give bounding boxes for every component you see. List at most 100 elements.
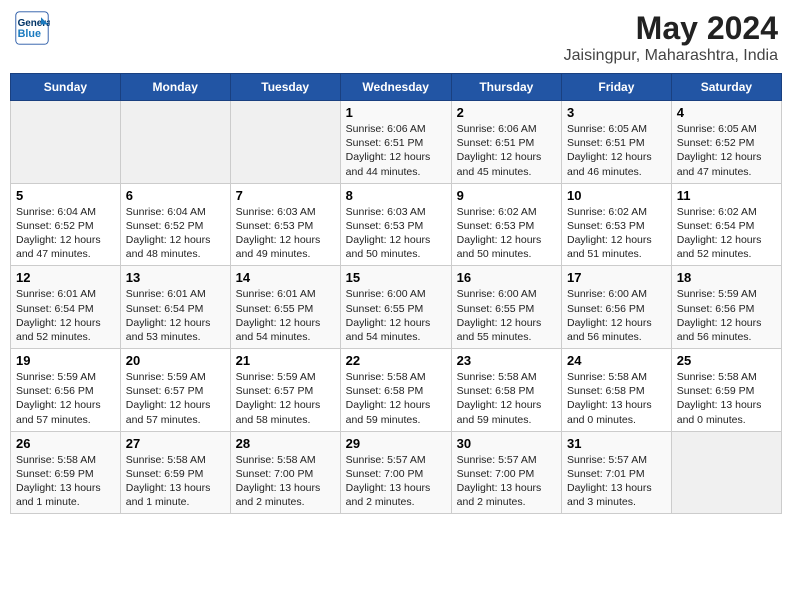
calendar-day-cell: 22 Sunrise: 5:58 AMSunset: 6:58 PMDayligh… [340,349,451,432]
calendar-day-cell: 2 Sunrise: 6:06 AMSunset: 6:51 PMDaylight… [451,101,561,184]
calendar-day-cell: 28 Sunrise: 5:58 AMSunset: 7:00 PMDayligh… [230,431,340,514]
day-number: 26 [16,436,115,451]
day-number: 30 [457,436,556,451]
day-number: 22 [346,353,446,368]
calendar-week-2: 5 Sunrise: 6:04 AMSunset: 6:52 PMDaylight… [11,183,782,266]
logo: General Blue [14,10,50,46]
calendar-day-cell: 17 Sunrise: 6:00 AMSunset: 6:56 PMDayligh… [562,266,672,349]
day-info: Sunrise: 5:58 AMSunset: 6:59 PMDaylight:… [16,453,115,510]
calendar-subtitle: Jaisingpur, Maharashtra, India [564,47,778,65]
calendar-day-cell: 11 Sunrise: 6:02 AMSunset: 6:54 PMDayligh… [671,183,781,266]
day-info: Sunrise: 5:58 AMSunset: 7:00 PMDaylight:… [236,453,335,510]
day-number: 7 [236,188,335,203]
day-info: Sunrise: 6:06 AMSunset: 6:51 PMDaylight:… [457,122,556,179]
day-number: 21 [236,353,335,368]
day-number: 29 [346,436,446,451]
day-info: Sunrise: 5:59 AMSunset: 6:57 PMDaylight:… [236,370,335,427]
day-info: Sunrise: 6:02 AMSunset: 6:53 PMDaylight:… [457,205,556,262]
day-number: 12 [16,270,115,285]
calendar-day-cell: 8 Sunrise: 6:03 AMSunset: 6:53 PMDaylight… [340,183,451,266]
day-number: 8 [346,188,446,203]
svg-text:Blue: Blue [18,28,41,40]
calendar-day-cell: 16Sunrise: 6:00 AMSunset: 6:55 PMDayligh… [451,266,561,349]
calendar-day-cell: 12 Sunrise: 6:01 AMSunset: 6:54 PMDayligh… [11,266,121,349]
day-info: Sunrise: 5:59 AMSunset: 6:57 PMDaylight:… [126,370,225,427]
calendar-day-cell: 6 Sunrise: 6:04 AMSunset: 6:52 PMDaylight… [120,183,230,266]
calendar-week-4: 19Sunrise: 5:59 AMSunset: 6:56 PMDayligh… [11,349,782,432]
day-number: 24 [567,353,666,368]
day-number: 13 [126,270,225,285]
calendar-day-cell [230,101,340,184]
day-info: Sunrise: 6:05 AMSunset: 6:52 PMDaylight:… [677,122,776,179]
weekday-header-saturday: Saturday [671,74,781,101]
day-info: Sunrise: 6:00 AMSunset: 6:56 PMDaylight:… [567,287,666,344]
day-info: Sunrise: 6:01 AMSunset: 6:54 PMDaylight:… [16,287,115,344]
day-info: Sunrise: 6:06 AMSunset: 6:51 PMDaylight:… [346,122,446,179]
day-info: Sunrise: 5:58 AMSunset: 6:58 PMDaylight:… [346,370,446,427]
day-info: Sunrise: 5:58 AMSunset: 6:59 PMDaylight:… [677,370,776,427]
day-number: 23 [457,353,556,368]
day-info: Sunrise: 5:59 AMSunset: 6:56 PMDaylight:… [677,287,776,344]
logo-icon: General Blue [14,10,50,46]
calendar-week-3: 12 Sunrise: 6:01 AMSunset: 6:54 PMDayligh… [11,266,782,349]
calendar-day-cell: 21 Sunrise: 5:59 AMSunset: 6:57 PMDayligh… [230,349,340,432]
weekday-header-friday: Friday [562,74,672,101]
calendar-header: SundayMondayTuesdayWednesdayThursdayFrid… [11,74,782,101]
day-number: 1 [346,105,446,120]
day-number: 3 [567,105,666,120]
day-info: Sunrise: 6:03 AMSunset: 6:53 PMDaylight:… [346,205,446,262]
day-number: 28 [236,436,335,451]
day-number: 15 [346,270,446,285]
calendar-day-cell: 14 Sunrise: 6:01 AMSunset: 6:55 PMDayligh… [230,266,340,349]
day-info: Sunrise: 6:01 AMSunset: 6:55 PMDaylight:… [236,287,335,344]
day-number: 20 [126,353,225,368]
calendar-day-cell: 18 Sunrise: 5:59 AMSunset: 6:56 PMDayligh… [671,266,781,349]
weekday-header-tuesday: Tuesday [230,74,340,101]
day-number: 4 [677,105,776,120]
day-number: 10 [567,188,666,203]
day-info: Sunrise: 6:04 AMSunset: 6:52 PMDaylight:… [126,205,225,262]
calendar-day-cell: 7 Sunrise: 6:03 AMSunset: 6:53 PMDaylight… [230,183,340,266]
day-info: Sunrise: 5:58 AMSunset: 6:58 PMDaylight:… [567,370,666,427]
weekday-header-thursday: Thursday [451,74,561,101]
calendar-day-cell: 19Sunrise: 5:59 AMSunset: 6:56 PMDayligh… [11,349,121,432]
weekday-header-wednesday: Wednesday [340,74,451,101]
calendar-day-cell: 3Sunrise: 6:05 AMSunset: 6:51 PMDaylight… [562,101,672,184]
calendar-week-5: 26 Sunrise: 5:58 AMSunset: 6:59 PMDayligh… [11,431,782,514]
day-number: 5 [16,188,115,203]
day-number: 27 [126,436,225,451]
day-number: 16 [457,270,556,285]
day-number: 17 [567,270,666,285]
day-info: Sunrise: 6:04 AMSunset: 6:52 PMDaylight:… [16,205,115,262]
day-info: Sunrise: 6:03 AMSunset: 6:53 PMDaylight:… [236,205,335,262]
calendar-day-cell [11,101,121,184]
calendar-day-cell: 29 Sunrise: 5:57 AMSunset: 7:00 PMDayligh… [340,431,451,514]
calendar-day-cell: 26 Sunrise: 5:58 AMSunset: 6:59 PMDayligh… [11,431,121,514]
day-info: Sunrise: 5:58 AMSunset: 6:58 PMDaylight:… [457,370,556,427]
day-number: 2 [457,105,556,120]
calendar-day-cell: 31Sunrise: 5:57 AMSunset: 7:01 PMDayligh… [562,431,672,514]
day-info: Sunrise: 6:01 AMSunset: 6:54 PMDaylight:… [126,287,225,344]
day-info: Sunrise: 5:57 AMSunset: 7:00 PMDaylight:… [346,453,446,510]
calendar-day-cell: 25 Sunrise: 5:58 AMSunset: 6:59 PMDayligh… [671,349,781,432]
day-info: Sunrise: 6:02 AMSunset: 6:54 PMDaylight:… [677,205,776,262]
title-block: May 2024 Jaisingpur, Maharashtra, India [564,10,778,65]
day-number: 18 [677,270,776,285]
day-info: Sunrise: 6:02 AMSunset: 6:53 PMDaylight:… [567,205,666,262]
calendar-day-cell: 23 Sunrise: 5:58 AMSunset: 6:58 PMDayligh… [451,349,561,432]
calendar-body: 1 Sunrise: 6:06 AMSunset: 6:51 PMDaylight… [11,101,782,514]
day-info: Sunrise: 5:57 AMSunset: 7:01 PMDaylight:… [567,453,666,510]
day-number: 19 [16,353,115,368]
day-info: Sunrise: 5:58 AMSunset: 6:59 PMDaylight:… [126,453,225,510]
page-header: General Blue May 2024 Jaisingpur, Mahara… [10,10,782,65]
day-number: 25 [677,353,776,368]
day-number: 14 [236,270,335,285]
weekday-header-sunday: Sunday [11,74,121,101]
day-number: 11 [677,188,776,203]
calendar-day-cell: 20 Sunrise: 5:59 AMSunset: 6:57 PMDayligh… [120,349,230,432]
day-number: 6 [126,188,225,203]
calendar-day-cell: 9Sunrise: 6:02 AMSunset: 6:53 PMDaylight… [451,183,561,266]
calendar-day-cell: 5 Sunrise: 6:04 AMSunset: 6:52 PMDaylight… [11,183,121,266]
calendar-table: SundayMondayTuesdayWednesdayThursdayFrid… [10,73,782,514]
calendar-day-cell: 30Sunrise: 5:57 AMSunset: 7:00 PMDayligh… [451,431,561,514]
